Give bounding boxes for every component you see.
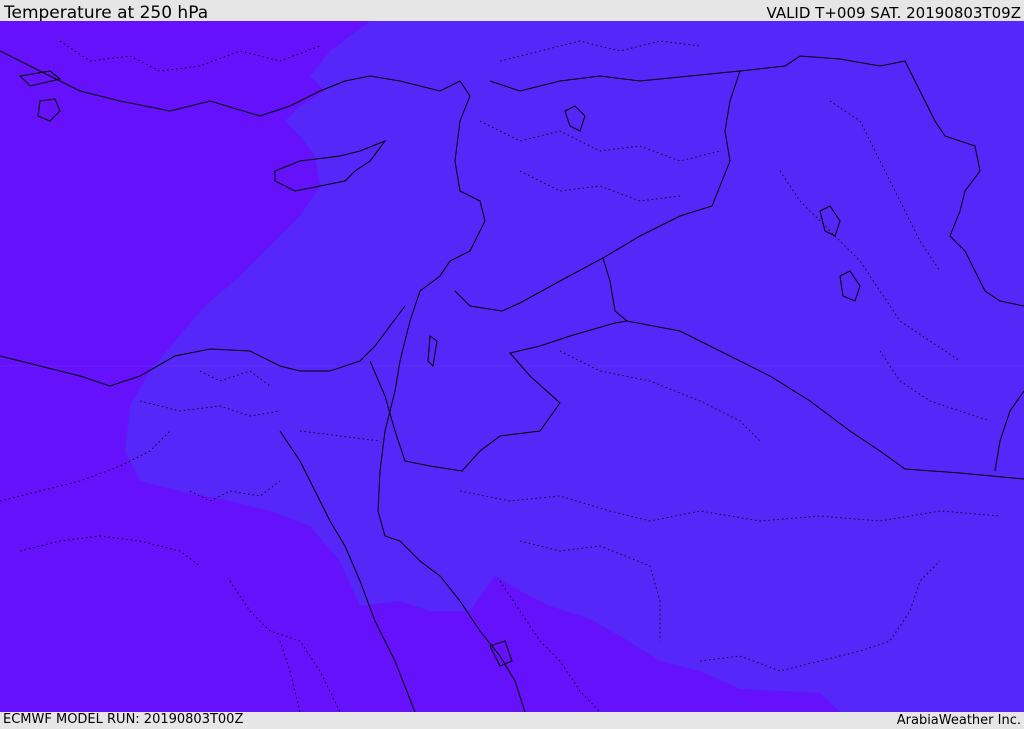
footer-bar: ECMWF MODEL RUN: 20190803T00Z ArabiaWeat…	[0, 712, 1024, 729]
map-title: Temperature at 250 hPa	[4, 3, 209, 23]
valid-time: VALID T+009 SAT. 20190803T09Z	[766, 4, 1021, 22]
temperature-map-svg	[0, 21, 1024, 712]
model-run-label: ECMWF MODEL RUN: 20190803T00Z	[3, 712, 244, 727]
map-canvas	[0, 21, 1024, 712]
header-bar: Temperature at 250 hPa VALID T+009 SAT. …	[0, 0, 1024, 23]
credit-label: ArabiaWeather Inc.	[896, 713, 1021, 728]
map-frame: Temperature at 250 hPa VALID T+009 SAT. …	[0, 0, 1024, 729]
